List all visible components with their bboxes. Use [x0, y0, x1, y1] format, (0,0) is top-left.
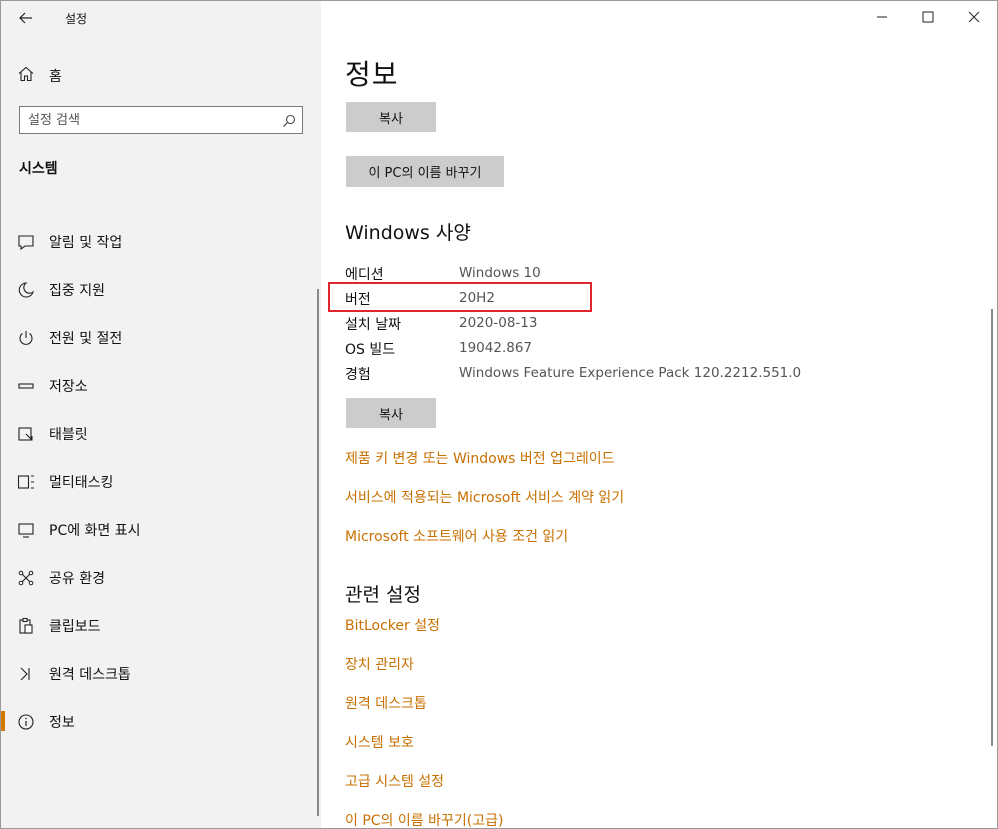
tablet-icon: [17, 425, 35, 443]
spec-label-install-date: 설치 날짜: [345, 317, 401, 333]
sidebar-item-project[interactable]: PC에 화면 표시: [1, 509, 321, 549]
close-icon[interactable]: [951, 1, 997, 33]
sidebar-item-label: 알림 및 작업: [49, 235, 123, 251]
sidebar-item-label: 저장소: [49, 379, 88, 395]
sidebar-item-power[interactable]: 전원 및 절전: [1, 317, 321, 357]
sidebar-item-clipboard[interactable]: 클립보드: [1, 605, 321, 645]
sidebar-item-label: 태블릿: [49, 427, 88, 443]
sidebar-item-label: 원격 데스크톱: [49, 667, 131, 683]
rename-pc-button[interactable]: 이 PC의 이름 바꾸기: [346, 156, 504, 187]
page-title: 정보: [345, 58, 399, 91]
back-arrow-icon[interactable]: [13, 5, 39, 31]
sidebar-item-tablet[interactable]: 태블릿: [1, 413, 321, 453]
windows-spec-heading: Windows 사양: [345, 222, 471, 244]
main-content: 정보 복사 이 PC의 이름 바꾸기 Windows 사양 에디션 Window…: [321, 1, 997, 828]
spec-label-version: 버전: [345, 292, 371, 308]
sidebar-scrollbar[interactable]: [317, 289, 319, 816]
link-remote-desktop[interactable]: 원격 데스크톱: [345, 693, 427, 713]
maximize-icon[interactable]: [905, 1, 951, 33]
sidebar-item-home[interactable]: 홈: [1, 57, 321, 93]
sidebar: 설정 홈 시스템 알림 및 작업 집중 지원: [1, 1, 321, 828]
settings-window: 설정 홈 시스템 알림 및 작업 집중 지원: [0, 0, 998, 829]
copy-device-specs-button[interactable]: 복사: [346, 102, 436, 132]
search-box[interactable]: [19, 106, 303, 134]
link-rename-pc-advanced[interactable]: 이 PC의 이름 바꾸기(고급): [345, 810, 503, 828]
spec-value-install-date: 2020-08-13: [459, 315, 538, 331]
sidebar-item-multitasking[interactable]: 멀티태스킹: [1, 461, 321, 501]
copy-windows-specs-button[interactable]: 복사: [346, 398, 436, 428]
related-settings-heading: 관련 설정: [345, 584, 421, 606]
search-icon[interactable]: [282, 113, 296, 127]
sidebar-item-notifications[interactable]: 알림 및 작업: [1, 221, 321, 261]
sidebar-item-label: 홈: [49, 69, 62, 85]
spec-label-os-build: OS 빌드: [345, 342, 396, 358]
remote-desktop-icon: [17, 665, 35, 683]
spec-value-version: 20H2: [459, 290, 495, 306]
sidebar-item-label: 정보: [49, 715, 75, 731]
sidebar-item-label: 클립보드: [49, 619, 101, 635]
storage-icon: [17, 377, 35, 395]
share-icon: [17, 569, 35, 587]
power-icon: [17, 329, 35, 347]
link-bitlocker-settings[interactable]: BitLocker 설정: [345, 615, 440, 635]
sidebar-item-label: 공유 환경: [49, 571, 105, 587]
sidebar-item-storage[interactable]: 저장소: [1, 365, 321, 405]
spec-value-edition: Windows 10: [459, 265, 541, 281]
spec-label-edition: 에디션: [345, 267, 384, 283]
link-device-manager[interactable]: 장치 관리자: [345, 654, 414, 674]
section-title: 시스템: [19, 161, 58, 177]
main-scrollbar[interactable]: [991, 309, 993, 746]
spec-value-os-build: 19042.867: [459, 340, 533, 356]
link-license-terms[interactable]: Microsoft 소프트웨어 사용 조건 읽기: [345, 526, 568, 546]
link-services-agreement[interactable]: 서비스에 적용되는 Microsoft 서비스 계약 읽기: [345, 487, 624, 507]
sidebar-item-share[interactable]: 공유 환경: [1, 557, 321, 597]
clipboard-icon: [17, 617, 35, 635]
sidebar-item-remote-desktop[interactable]: 원격 데스크톱: [1, 653, 321, 693]
multitasking-icon: [17, 473, 35, 491]
minimize-icon[interactable]: [859, 1, 905, 33]
search-input[interactable]: [28, 111, 278, 129]
sidebar-item-label: 집중 지원: [49, 283, 105, 299]
sidebar-item-label: 전원 및 절전: [49, 331, 123, 347]
sidebar-item-label: PC에 화면 표시: [49, 523, 141, 539]
sidebar-item-about[interactable]: 정보: [1, 701, 321, 741]
spec-value-experience: Windows Feature Experience Pack 120.2212…: [459, 365, 802, 381]
link-advanced-system-settings[interactable]: 고급 시스템 설정: [345, 771, 444, 791]
projector-icon: [17, 521, 35, 539]
app-title: 설정: [65, 12, 88, 26]
link-system-protection[interactable]: 시스템 보호: [345, 732, 414, 752]
sidebar-item-focus-assist[interactable]: 집중 지원: [1, 269, 321, 309]
info-icon: [17, 713, 35, 731]
spec-label-experience: 경험: [345, 367, 371, 383]
sidebar-item-label: 멀티태스킹: [49, 475, 114, 491]
home-icon: [17, 65, 35, 83]
notification-icon: [17, 233, 35, 251]
moon-icon: [17, 281, 35, 299]
link-change-product-key[interactable]: 제품 키 변경 또는 Windows 버전 업그레이드: [345, 448, 615, 468]
